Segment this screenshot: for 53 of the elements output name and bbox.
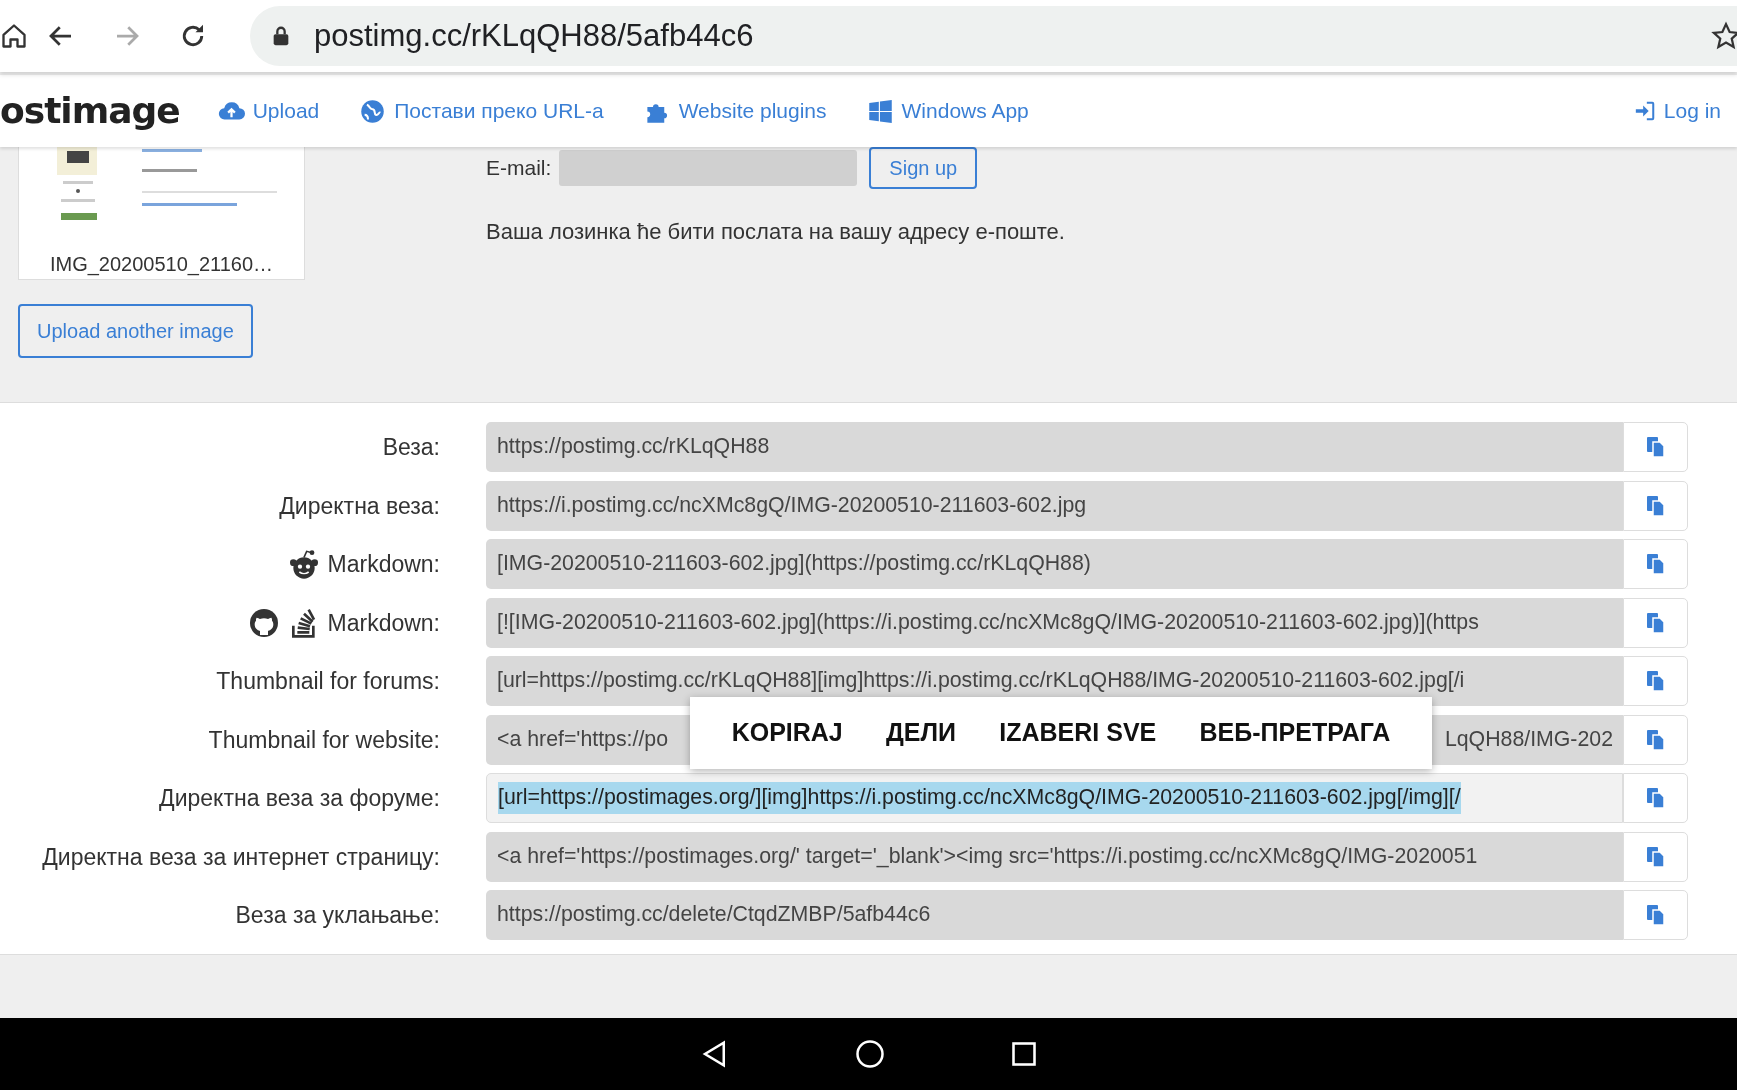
menu-item[interactable]: ДЕЛИ [880, 710, 963, 756]
sign-up-button[interactable]: Sign up [869, 147, 978, 189]
link-field[interactable]: https://postimg.cc/rKLqQH88 [486, 422, 1623, 473]
field-label: Веза: [382, 433, 440, 462]
home-icon[interactable] [0, 21, 28, 51]
password-note: Ваша лозинка ће бити послата на вашу адресу е-поште. [486, 218, 1065, 246]
email-field[interactable] [559, 150, 858, 186]
link-field[interactable]: [url=https://postimages.org/][img]https://i.postimg.cc/ncXMc8gQ/IMG-20200510-211603-602.jpg[/img][/ [486, 773, 1623, 824]
copy-button[interactable] [1623, 422, 1688, 473]
link-field[interactable]: https://i.postimg.cc/ncXMc8gQ/IMG-20200510-211603-602.jpg [486, 480, 1623, 531]
link-field[interactable]: [url=https://postimg.cc/rKLqQH88][img]https://i.postimg.cc/rKLqQH88/IMG-20200510-211603-602.jpg[/i [486, 656, 1623, 707]
nav-link[interactable]: Upload [217, 95, 320, 127]
star-icon[interactable] [1711, 21, 1737, 51]
copy-button[interactable] [1623, 539, 1688, 590]
link-field[interactable]: https://postimg.cc/delete/CtqdZMBP/5afb44c6 [486, 890, 1623, 941]
field-label: Markdown: [327, 608, 440, 638]
home-circle-icon[interactable] [854, 1039, 885, 1069]
field-label: Thumbnail for forums: [216, 667, 440, 696]
image-caption: IMG_20200510_21160… [49, 252, 274, 278]
copy-button[interactable] [1623, 831, 1688, 882]
menu-item[interactable]: KOPIRAJ [725, 710, 849, 756]
field-label: Директна веза: [279, 491, 440, 521]
nav-link[interactable]: Постави преко URL-а [359, 95, 604, 127]
recents-icon[interactable] [1009, 1040, 1038, 1068]
field-label: Директна веза за форуме: [159, 784, 440, 813]
field-label: Веза за уклањање: [235, 901, 440, 930]
login-icon [1633, 100, 1656, 122]
github-icon [247, 606, 280, 639]
address-bar[interactable]: postimg.cc/rKLqQH88/5afb44c6 [250, 6, 1737, 66]
url-text: postimg.cc/rKLqQH88/5afb44c6 [314, 16, 754, 55]
menu-item[interactable]: IZABERI SVE [993, 710, 1163, 756]
email-label: E-mail: [486, 155, 552, 182]
copy-button[interactable] [1623, 890, 1688, 941]
link-field[interactable]: [![IMG-20200510-211603-602.jpg](https://i.postimg.cc/ncXMc8gQ/IMG-20200510-211603-602.jpg)](https [486, 597, 1623, 648]
login-link[interactable]: Log in [1633, 95, 1721, 127]
copy-button[interactable] [1623, 773, 1688, 824]
link-field[interactable]: <a href='https://postimages.org/' target='_blank'><img src='https://i.postimg.cc/ncXMc8gQ/IMG-2020051 [486, 831, 1623, 882]
nav-link[interactable]: Windows App [866, 95, 1029, 127]
reddit-icon [287, 548, 320, 581]
windows-logo-icon [866, 97, 894, 125]
upload-another-button[interactable]: Upload another image [18, 304, 253, 358]
copy-button[interactable] [1623, 656, 1688, 707]
menu-item[interactable]: ВЕБ-ПРЕТРАГА [1193, 710, 1397, 756]
copy-button[interactable] [1623, 597, 1688, 648]
copy-button[interactable] [1623, 714, 1688, 765]
logo: ostimage [0, 93, 180, 129]
nav-link[interactable]: Website plugins [643, 95, 827, 127]
link-field[interactable]: [IMG-20200510-211603-602.jpg](https://postimg.cc/rKLqQH88) [486, 539, 1623, 590]
globe-icon [359, 97, 387, 125]
copy-button[interactable] [1623, 480, 1688, 531]
field-label: Thumbnail for website: [208, 725, 440, 755]
field-label: Markdown: [327, 550, 440, 579]
field-label: Директна веза за интернет страницу: [42, 842, 440, 872]
